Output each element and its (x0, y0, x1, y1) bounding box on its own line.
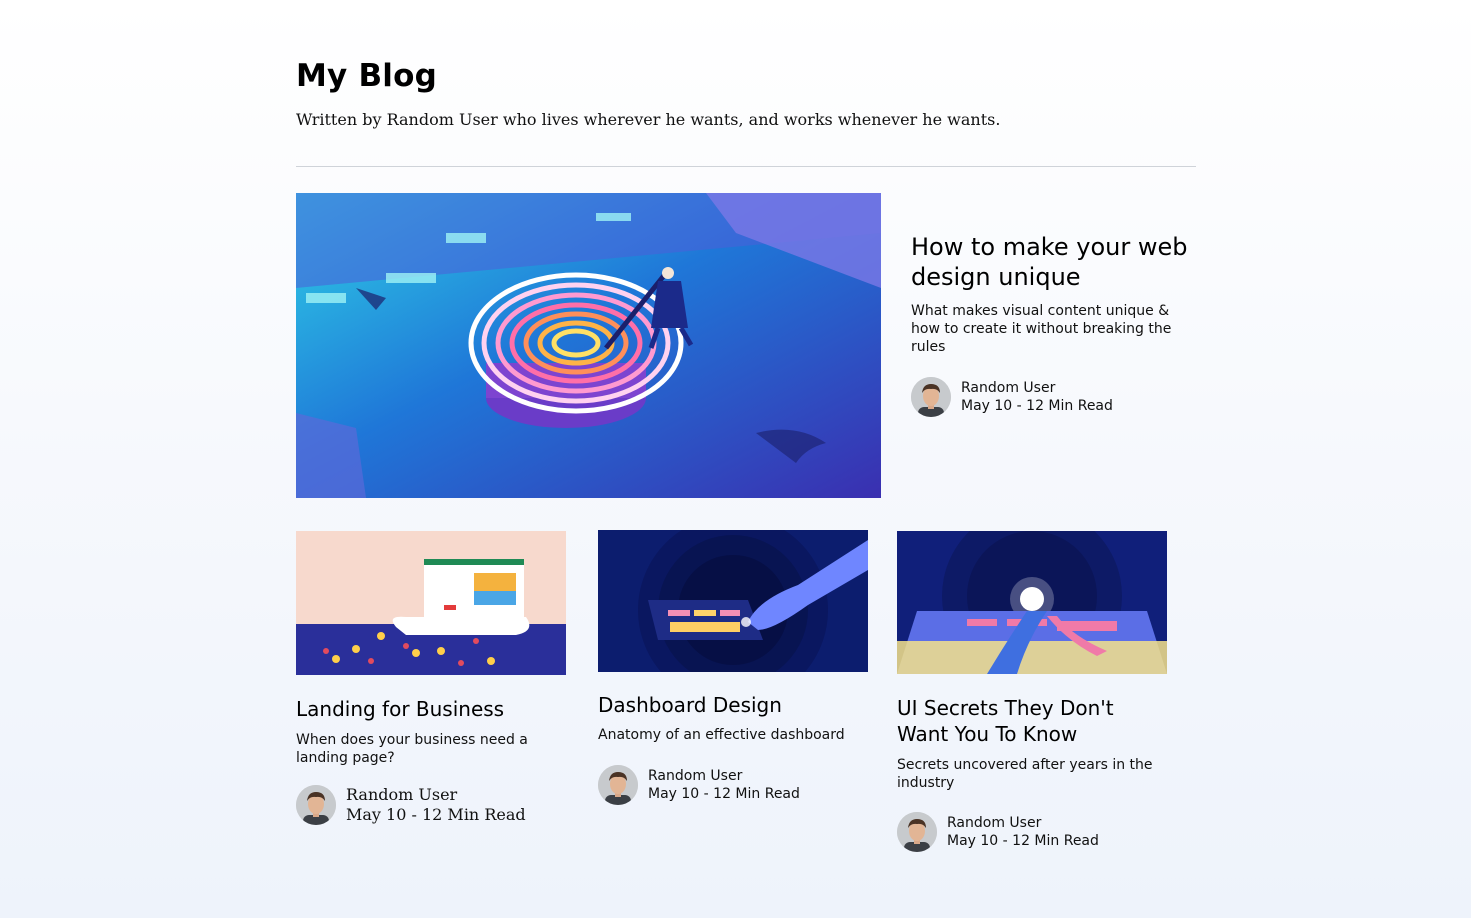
post-card-author: Random User May 10 - 12 Min Read (296, 785, 568, 825)
blog-page: My Blog Written by Random User who lives… (296, 0, 1196, 918)
author-meta: Random User May 10 - 12 Min Read (961, 379, 1113, 415)
post-card-image[interactable] (897, 531, 1167, 674)
author-avatar (911, 377, 951, 417)
post-card-title[interactable]: UI Secrets They Don't Want You To Know (897, 695, 1169, 747)
featured-post-description: What makes visual content unique & how t… (911, 303, 1172, 355)
page-title: My Blog (296, 58, 437, 94)
post-card-author: Random User May 10 - 12 Min Read (897, 812, 1169, 852)
author-name: Random User (961, 380, 1056, 396)
author-avatar (598, 765, 638, 805)
author-avatar (296, 785, 336, 825)
post-meta: May 10 - 12 Min Read (648, 786, 800, 802)
post-card-description: Anatomy of an effective dashboard (598, 727, 845, 743)
author-meta: Random User May 10 - 12 Min Read (648, 767, 800, 803)
author-meta: Random User May 10 - 12 Min Read (346, 785, 526, 825)
post-card-image[interactable] (598, 530, 868, 672)
author-avatar (897, 812, 937, 852)
post-card-description: When does your business need a landing p… (296, 732, 528, 766)
post-card-image[interactable] (296, 531, 566, 675)
featured-post-author: Random User May 10 - 12 Min Read (911, 377, 1191, 417)
post-card-ui-secrets: UI Secrets They Don't Want You To Know S… (897, 531, 1169, 852)
post-card-title[interactable]: Landing for Business (296, 696, 568, 722)
author-name: Random User (947, 815, 1042, 831)
post-card-author: Random User May 10 - 12 Min Read (598, 765, 870, 805)
featured-post-title[interactable]: How to make your web design unique (911, 232, 1191, 292)
post-meta: May 10 - 12 Min Read (961, 398, 1113, 414)
post-card-dashboard: Dashboard Design Anatomy of an effective… (598, 530, 870, 805)
header-divider (296, 166, 1196, 167)
featured-post-image[interactable] (296, 193, 881, 498)
featured-post-text: How to make your web design unique What … (911, 232, 1191, 417)
post-meta: May 10 - 12 Min Read (947, 833, 1099, 849)
post-meta: May 10 - 12 Min Read (346, 805, 526, 824)
page-subtitle: Written by Random User who lives whereve… (296, 110, 1001, 129)
post-card-description: Secrets uncovered after years in the ind… (897, 757, 1153, 791)
author-name: Random User (346, 785, 458, 804)
post-card-title[interactable]: Dashboard Design (598, 692, 870, 718)
post-card-landing: Landing for Business When does your busi… (296, 531, 568, 825)
author-name: Random User (648, 768, 743, 784)
author-meta: Random User May 10 - 12 Min Read (947, 814, 1099, 850)
